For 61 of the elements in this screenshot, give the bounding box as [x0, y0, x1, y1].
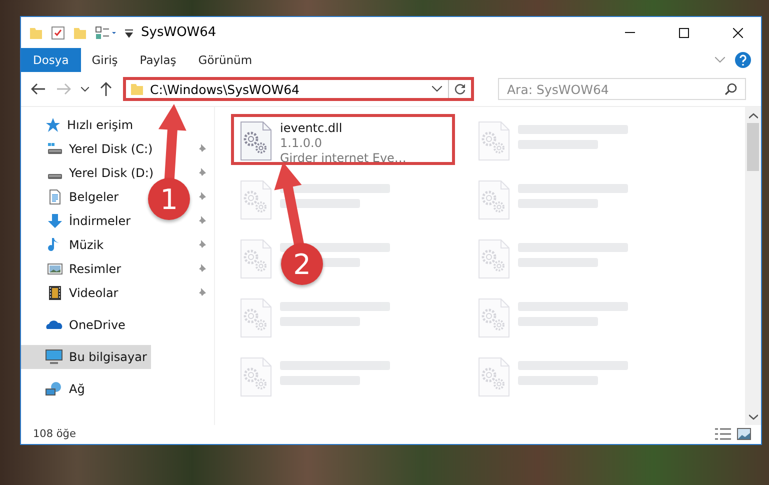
scrollbar[interactable]	[745, 107, 761, 425]
gear-file-icon	[478, 298, 510, 338]
document-icon	[47, 189, 63, 205]
item-count: 108 öğe	[33, 428, 77, 440]
dropdown-icon[interactable]	[125, 28, 133, 38]
gear-file-icon	[478, 357, 510, 397]
chevron-down-icon[interactable]	[81, 86, 89, 92]
back-arrow-icon[interactable]	[31, 83, 45, 95]
gear-file-icon	[478, 239, 510, 279]
search-field[interactable]: Ara: SysWOW64	[498, 78, 746, 100]
window-title: SysWOW64	[141, 25, 218, 40]
sidebar-item[interactable]: Bu bilgisayar	[21, 345, 151, 369]
gear-file-icon	[240, 357, 272, 397]
sidebar-item[interactable]: Videolar	[21, 281, 122, 305]
address-bar[interactable]: C:\Windows\SysWOW64	[123, 77, 474, 101]
file-item[interactable]: ieventc.dll 1.1.0.0 Girder internet Eve…	[231, 114, 455, 165]
sidebar-item[interactable]: OneDrive	[21, 313, 130, 337]
ribbon-tab[interactable]: Giriş	[80, 48, 129, 72]
sidebar-item[interactable]: İndirmeler	[21, 209, 135, 233]
sidebar-item[interactable]: Belgeler	[21, 185, 123, 209]
file-description: Girder internet Eve…	[280, 151, 406, 166]
search-icon	[725, 83, 737, 95]
ribbon-tab[interactable]: Görünüm	[187, 48, 264, 72]
sidebar-item[interactable]: Yerel Disk (C:)	[21, 137, 157, 161]
checklist-icon[interactable]	[51, 26, 65, 40]
star-icon	[45, 117, 61, 133]
sidebar-item[interactable]: Ağ	[21, 377, 89, 401]
sidebar-item[interactable]: Hızlı erişim	[21, 113, 138, 137]
chevron-down-icon[interactable]	[748, 414, 758, 420]
up-arrow-icon[interactable]	[100, 82, 112, 96]
computer-icon	[45, 349, 63, 365]
drive-icon	[47, 172, 63, 180]
folder-icon	[130, 82, 144, 96]
film-icon	[47, 285, 63, 301]
chevron-down-icon[interactable]	[432, 86, 442, 92]
gear-file-icon	[240, 298, 272, 338]
sidebar-item[interactable]: Resimler	[21, 257, 126, 281]
details-view-icon[interactable]	[715, 428, 731, 440]
close-icon[interactable]	[733, 28, 743, 38]
gear-file-icon	[240, 180, 272, 220]
sidebar-item[interactable]: Müzik	[21, 233, 108, 257]
help-icon[interactable]	[735, 52, 751, 68]
ribbon-tab[interactable]: Paylaş	[128, 48, 188, 72]
gear-file-icon	[478, 180, 510, 220]
network-icon	[45, 381, 63, 397]
minimize-icon[interactable]	[625, 32, 635, 34]
gear-file-icon	[240, 239, 272, 279]
maximize-icon[interactable]	[679, 28, 689, 38]
gear-file-icon	[478, 121, 510, 161]
gear-file-icon	[240, 121, 272, 161]
download-icon	[47, 213, 63, 229]
file-detail: 1.1.0.0	[280, 136, 323, 151]
file-name: ieventc.dll	[280, 121, 344, 136]
drive-icon	[47, 141, 63, 157]
properties-icon[interactable]	[95, 26, 117, 40]
large-icons-view-icon[interactable]	[737, 428, 751, 440]
chevron-up-icon[interactable]	[748, 113, 758, 119]
ribbon-tab[interactable]: Dosya	[21, 48, 81, 72]
picture-icon	[47, 261, 63, 277]
scrollbar-thumb[interactable]	[747, 123, 759, 171]
refresh-icon[interactable]	[454, 83, 466, 95]
